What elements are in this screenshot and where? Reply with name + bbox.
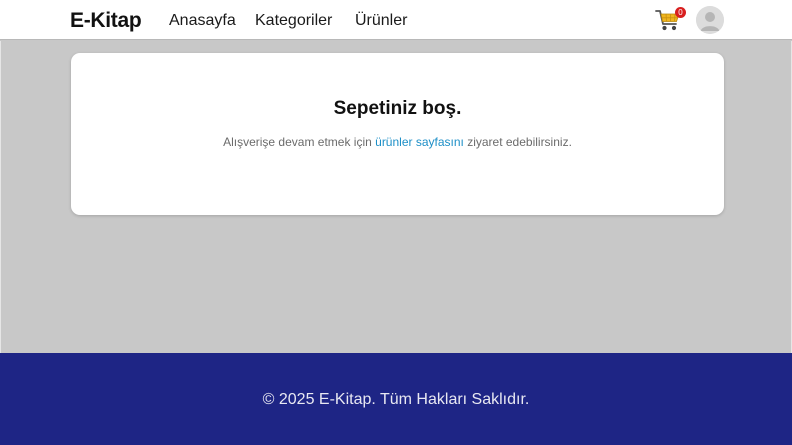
nav-link-home[interactable]: Anasayfa (169, 12, 236, 30)
footer: © 2025 E-Kitap. Tüm Hakları Saklıdır. (0, 353, 792, 445)
empty-cart-message: Alışverişe devam etmek için ürünler sayf… (71, 135, 724, 149)
nav-link-categories[interactable]: Kategoriler (255, 12, 332, 30)
main-content: Sepetiniz boş. Alışverişe devam etmek iç… (0, 41, 792, 353)
message-text-before: Alışverişe devam etmek için (223, 135, 376, 149)
empty-cart-card: Sepetiniz boş. Alışverişe devam etmek iç… (71, 53, 724, 215)
brand-logo[interactable]: E-Kitap (70, 9, 142, 33)
cart-count-badge: 0 (675, 7, 686, 18)
message-text-after: ziyaret edebilirsiniz. (463, 135, 572, 149)
footer-copyright: © 2025 E-Kitap. Tüm Hakları Saklıdır. (262, 391, 530, 408)
nav-link-products[interactable]: Ürünler (355, 12, 407, 30)
user-avatar-icon (696, 6, 724, 34)
navbar: E-Kitap Anasayfa Kategoriler Ürünler 0 (0, 0, 792, 40)
user-avatar-button[interactable] (696, 6, 724, 34)
empty-cart-title: Sepetiniz boş. (333, 98, 462, 119)
cart-button[interactable]: 0 (655, 7, 686, 35)
products-page-link[interactable]: ürünler sayfasını (375, 135, 464, 149)
